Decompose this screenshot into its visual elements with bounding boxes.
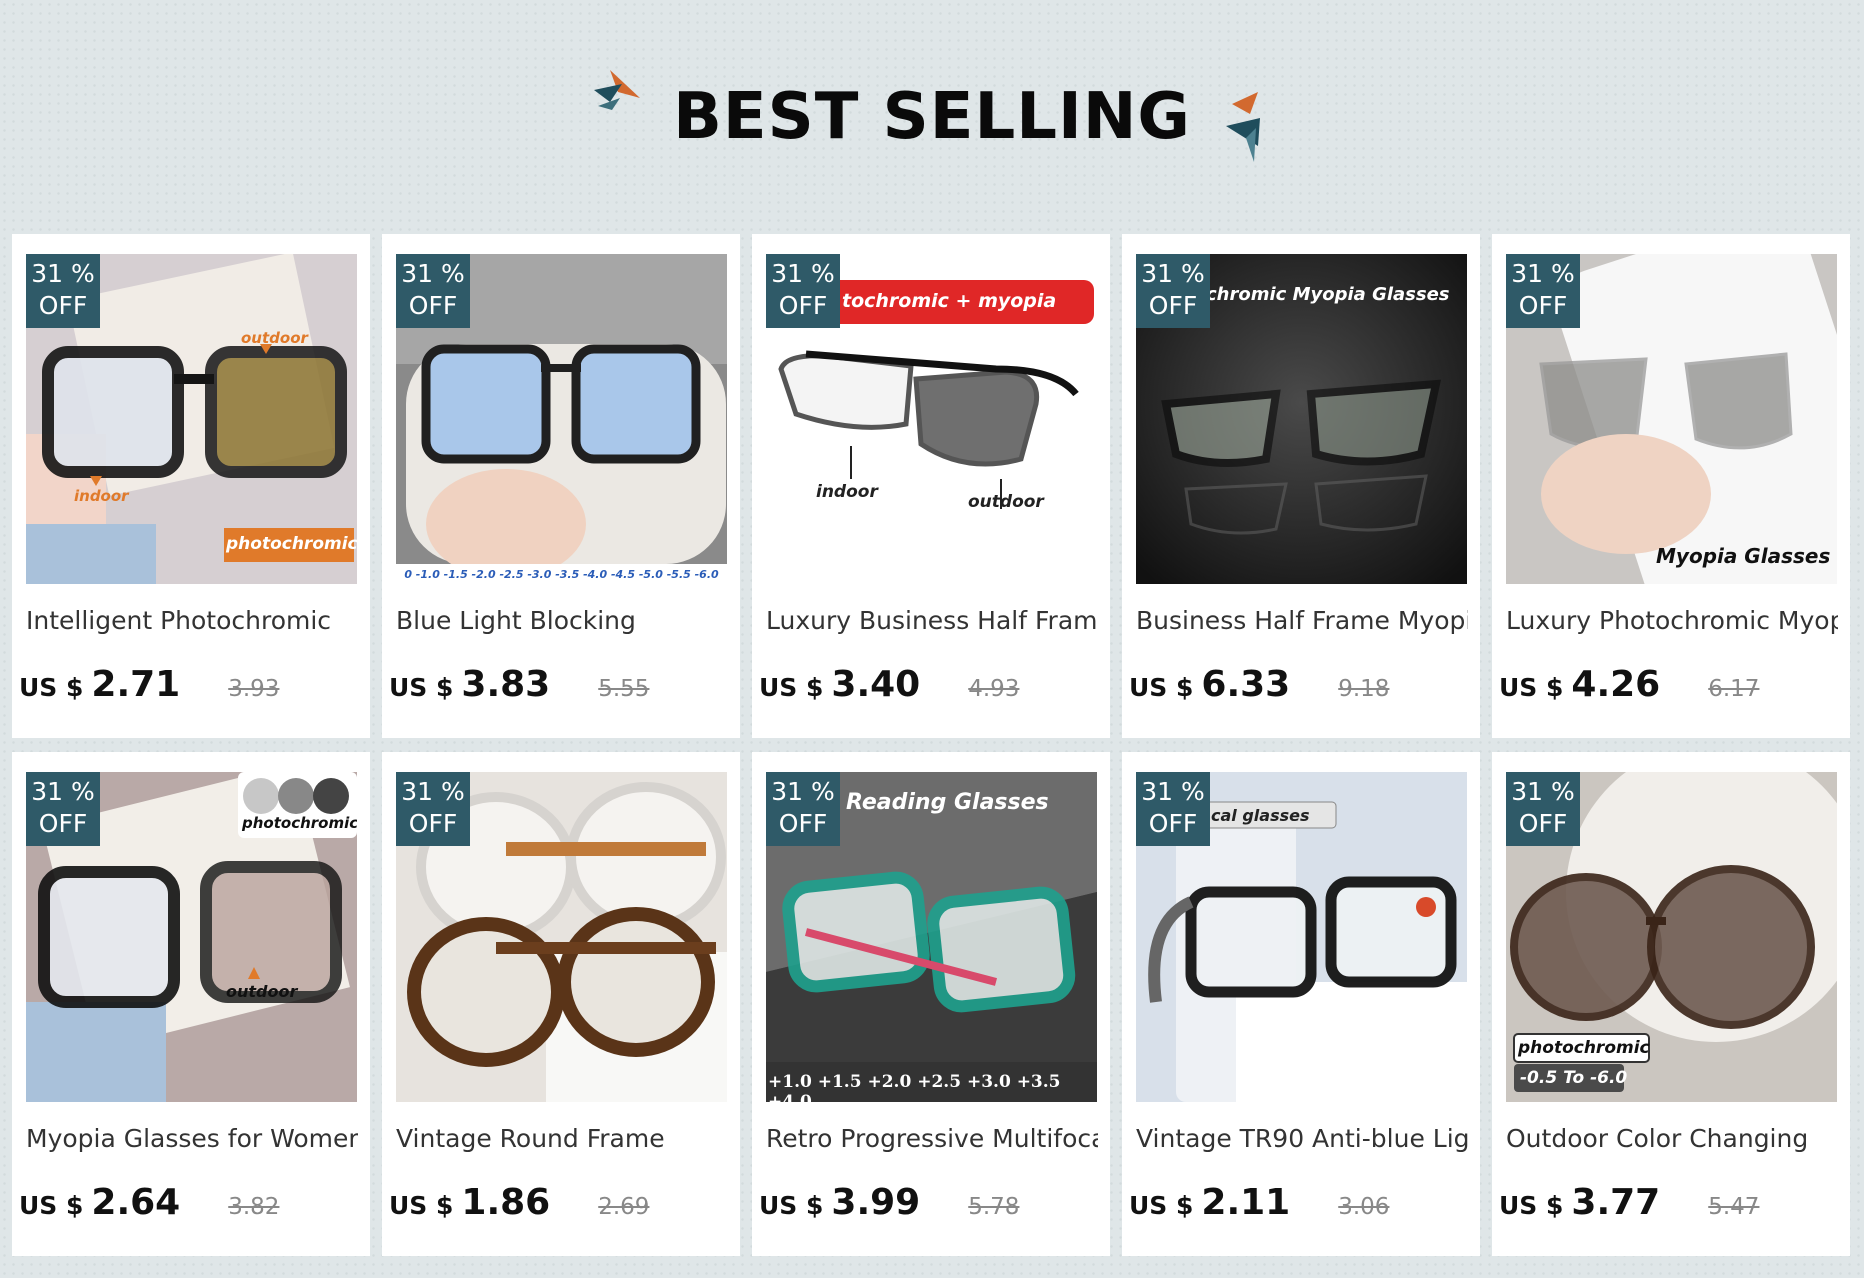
product-card[interactable]: 0 -1.0 -1.5 -2.0 -2.5 -3.0 -3.5 -4.0 -4.… xyxy=(382,234,740,738)
original-price: 5.55 xyxy=(598,676,650,702)
product-card[interactable]: photochromic -0.5 To -6.0 31 % OFF Outdoo… xyxy=(1492,752,1850,1256)
product-name[interactable]: Intelligent Photochromic xyxy=(26,604,358,638)
product-grid: outdoor indoor photochromic 31 % OFF Inte… xyxy=(12,234,1850,1256)
price-row: US $3.40 4.93 xyxy=(759,664,1109,714)
image-caption-title: Reading Glasses xyxy=(846,790,1049,815)
sale-price: 6.33 xyxy=(1201,664,1291,705)
image-caption-outdoor: outdoor xyxy=(968,492,1044,512)
currency-label: US $ xyxy=(19,673,84,702)
image-caption-title: Myopia Glasses xyxy=(1656,544,1831,568)
product-name[interactable]: Luxury Business Half Frame xyxy=(766,604,1098,638)
section-header: BEST SELLING xyxy=(0,0,1864,235)
product-name[interactable]: Vintage TR90 Anti-blue Light xyxy=(1136,1122,1468,1156)
product-card[interactable]: outdoor indoor photochromic 31 % OFF Inte… xyxy=(12,234,370,738)
price-row: US $6.33 9.18 xyxy=(1129,664,1479,714)
image-caption-photochromic: photochromic xyxy=(242,814,357,832)
price-row: US $1.86 2.69 xyxy=(389,1182,739,1232)
discount-badge: 31 % OFF xyxy=(26,254,100,328)
currency-label: US $ xyxy=(19,1191,84,1220)
discount-badge: 31 % OFF xyxy=(766,254,840,328)
discount-badge: 31 % OFF xyxy=(1136,254,1210,328)
product-name[interactable]: Outdoor Color Changing xyxy=(1506,1122,1838,1156)
product-name[interactable]: Business Half Frame Myopia xyxy=(1136,604,1468,638)
product-name[interactable]: Vintage Round Frame xyxy=(396,1122,728,1156)
product-card[interactable]: Reading Glasses +1.0 +1.5 +2.0 +2.5 +3.0… xyxy=(752,752,1110,1256)
image-caption-diopter-scale: +1.0 +1.5 +2.0 +2.5 +3.0 +3.5 +4.0 xyxy=(768,1072,1061,1102)
image-caption-outdoor: outdoor xyxy=(226,982,298,1001)
price-row: US $2.71 3.93 xyxy=(19,664,369,714)
original-price: 3.93 xyxy=(228,676,280,702)
sale-price: 3.77 xyxy=(1571,1182,1661,1223)
image-caption-diopter-range: -0.5 To -6.0 xyxy=(1520,1068,1628,1088)
currency-label: US $ xyxy=(1499,1191,1564,1220)
sale-price: 2.64 xyxy=(91,1182,181,1223)
original-price: 3.82 xyxy=(228,1194,280,1220)
sale-price: 3.40 xyxy=(831,664,921,705)
image-caption-title: chromic Myopia Glasses xyxy=(1206,284,1450,305)
image-caption-indoor: indoor xyxy=(816,482,878,502)
original-price: 5.78 xyxy=(968,1194,1020,1220)
price-row: US $4.26 6.17 xyxy=(1499,664,1849,714)
currency-label: US $ xyxy=(1499,673,1564,702)
triangle-decoration-right-icon xyxy=(1226,92,1260,162)
price-row: US $2.11 3.06 xyxy=(1129,1182,1479,1232)
original-price: 5.47 xyxy=(1708,1194,1760,1220)
image-caption-indoor: indoor xyxy=(74,487,129,505)
sale-price: 2.11 xyxy=(1201,1182,1291,1223)
sale-price: 1.86 xyxy=(461,1182,551,1223)
product-card[interactable]: tochromic + myopia indoor outdoor 31 % OF… xyxy=(752,234,1110,738)
currency-label: US $ xyxy=(1129,673,1194,702)
section-title: BEST SELLING xyxy=(673,80,1191,154)
sale-price: 3.99 xyxy=(831,1182,921,1223)
product-card[interactable]: Myopia Glasses 31 % OFF Luxury Photochrom… xyxy=(1492,234,1850,738)
currency-label: US $ xyxy=(1129,1191,1194,1220)
currency-label: US $ xyxy=(389,673,454,702)
currency-label: US $ xyxy=(389,1191,454,1220)
price-row: US $3.83 5.55 xyxy=(389,664,739,714)
original-price: 6.17 xyxy=(1708,676,1760,702)
original-price: 4.93 xyxy=(968,676,1020,702)
discount-badge: 31 % OFF xyxy=(1136,772,1210,846)
discount-badge: 31 % OFF xyxy=(1506,772,1580,846)
currency-label: US $ xyxy=(759,673,824,702)
image-caption-outdoor: outdoor xyxy=(241,329,308,347)
sale-price: 4.26 xyxy=(1571,664,1661,705)
product-card[interactable]: chromic Myopia Glasses 31 % OFF Business … xyxy=(1122,234,1480,738)
price-row: US $3.77 5.47 xyxy=(1499,1182,1849,1232)
image-caption-diopter-scale: 0 -1.0 -1.5 -2.0 -2.5 -3.0 -3.5 -4.0 -4.… xyxy=(404,568,719,581)
discount-badge: 31 % OFF xyxy=(26,772,100,846)
image-caption-photochromic: photochromic xyxy=(226,534,357,554)
product-name[interactable]: Myopia Glasses for Women xyxy=(26,1122,358,1156)
product-card[interactable]: photochromic outdoor 31 % OFF Myopia Glas… xyxy=(12,752,370,1256)
discount-badge: 31 % OFF xyxy=(396,772,470,846)
sale-price: 2.71 xyxy=(91,664,181,705)
product-card[interactable]: 31 % OFF Vintage Round Frame US $1.86 2.69 xyxy=(382,752,740,1256)
original-price: 9.18 xyxy=(1338,676,1390,702)
image-caption-photochromic: photochromic xyxy=(1518,1038,1650,1058)
original-price: 3.06 xyxy=(1338,1194,1390,1220)
original-price: 2.69 xyxy=(598,1194,650,1220)
discount-badge: 31 % OFF xyxy=(766,772,840,846)
product-card[interactable]: cal glasses 31 % OFF Vintage TR90 Anti-bl… xyxy=(1122,752,1480,1256)
sale-price: 3.83 xyxy=(461,664,551,705)
currency-label: US $ xyxy=(759,1191,824,1220)
discount-badge: 31 % OFF xyxy=(1506,254,1580,328)
image-caption-banner: cal glasses xyxy=(1211,806,1310,825)
discount-badge: 31 % OFF xyxy=(396,254,470,328)
price-row: US $2.64 3.82 xyxy=(19,1182,369,1232)
product-name[interactable]: Retro Progressive Multifocal xyxy=(766,1122,1098,1156)
price-row: US $3.99 5.78 xyxy=(759,1182,1109,1232)
product-name[interactable]: Luxury Photochromic Myopia xyxy=(1506,604,1838,638)
product-name[interactable]: Blue Light Blocking xyxy=(396,604,728,638)
image-caption-banner: tochromic + myopia xyxy=(842,290,1057,312)
